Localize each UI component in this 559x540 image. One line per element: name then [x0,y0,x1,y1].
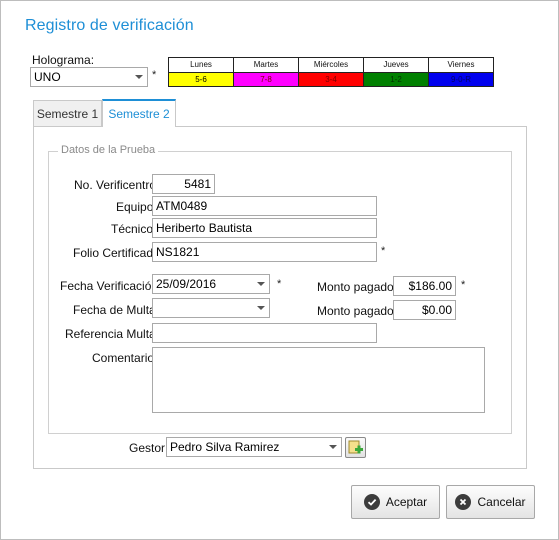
holograma-required-mark: * [152,69,157,81]
tecnico-label: Técnico: [111,222,157,236]
schedule-column: Miércoles 3-4 [298,58,363,86]
accept-button-label: Aceptar [385,495,428,509]
schedule-column: Lunes 5-6 [169,58,233,86]
dialog-window: Registro de verificación Holograma: UNO … [0,0,559,540]
chevron-down-icon[interactable] [253,299,269,317]
gestor-select[interactable]: Pedro Silva Ramirez [166,437,342,457]
holograma-label: Holograma: [32,53,95,67]
close-icon [455,494,472,510]
monto-pagado-multa-field[interactable]: $0.00 [393,300,456,320]
fecha-required-mark: * [277,278,282,290]
monto-pagado-multa-label: Monto pagado: [317,304,398,318]
gestor-label: Gestor: [129,441,169,455]
comentario-label: Comentario: [92,351,158,365]
folio-certificado-label: Folio Certificado: [73,246,164,260]
group-title: Datos de la Prueba [58,144,159,156]
schedule-day: Viernes [429,58,493,73]
schedule-day: Miércoles [299,58,363,73]
fecha-multa-label: Fecha de Multa: [73,303,160,317]
referencia-multa-field[interactable] [152,323,377,343]
add-gestor-button[interactable] [345,437,366,458]
no-verificentro-field[interactable]: 5481 [152,174,215,194]
no-verificentro-label: No. Verificentro: [74,178,160,192]
tab-semestre-1[interactable]: Semestre 1 [33,100,102,126]
fecha-multa-picker[interactable] [152,298,270,318]
schedule-range: 7-8 [234,73,298,86]
add-icon [348,440,363,454]
fecha-verificacion-value: 25/09/2016 [156,277,217,291]
monto-pagado-field[interactable]: $186.00 [393,276,456,296]
fecha-verificacion-picker[interactable]: 25/09/2016 [152,274,270,294]
schedule-day: Martes [234,58,298,73]
chevron-down-icon[interactable] [131,68,147,86]
monto-pagado-label: Monto pagado: [317,280,398,294]
chevron-down-icon[interactable] [253,275,269,293]
tecnico-field[interactable]: Heriberto Bautista [152,218,377,238]
cancel-button-label: Cancelar [477,495,526,509]
schedule-range: 1-2 [364,73,428,86]
schedule-day: Lunes [169,58,233,73]
fecha-verificacion-label: Fecha Verificación: [60,279,162,293]
schedule-column: Viernes 9-0-R [428,58,493,86]
chevron-down-icon[interactable] [325,438,341,456]
equipo-label: Equipo: [116,200,157,214]
holograma-select[interactable]: UNO [30,67,148,87]
gestor-value: Pedro Silva Ramirez [170,440,280,454]
schedule-day: Jueves [364,58,428,73]
window-title: Registro de verificación [25,17,194,34]
folio-certificado-field[interactable]: NS1821 [152,242,377,262]
schedule-range: 5-6 [169,73,233,86]
referencia-multa-label: Referencia Multa: [65,327,160,341]
check-icon [363,494,380,510]
accept-button[interactable]: Aceptar [351,485,440,519]
folio-required-mark: * [381,245,386,257]
verification-schedule-table: Lunes 5-6 Martes 7-8 Miércoles 3-4 Jueve… [168,57,494,87]
equipo-field[interactable]: ATM0489 [152,196,377,216]
schedule-range: 9-0-R [429,73,493,86]
tab-semestre-2[interactable]: Semestre 2 [102,99,176,127]
cancel-button[interactable]: Cancelar [446,485,535,519]
comentario-textarea[interactable] [152,347,485,413]
schedule-column: Jueves 1-2 [363,58,428,86]
schedule-range: 3-4 [299,73,363,86]
holograma-value: UNO [34,70,61,84]
schedule-column: Martes 7-8 [233,58,298,86]
monto-required-mark: * [461,279,466,291]
